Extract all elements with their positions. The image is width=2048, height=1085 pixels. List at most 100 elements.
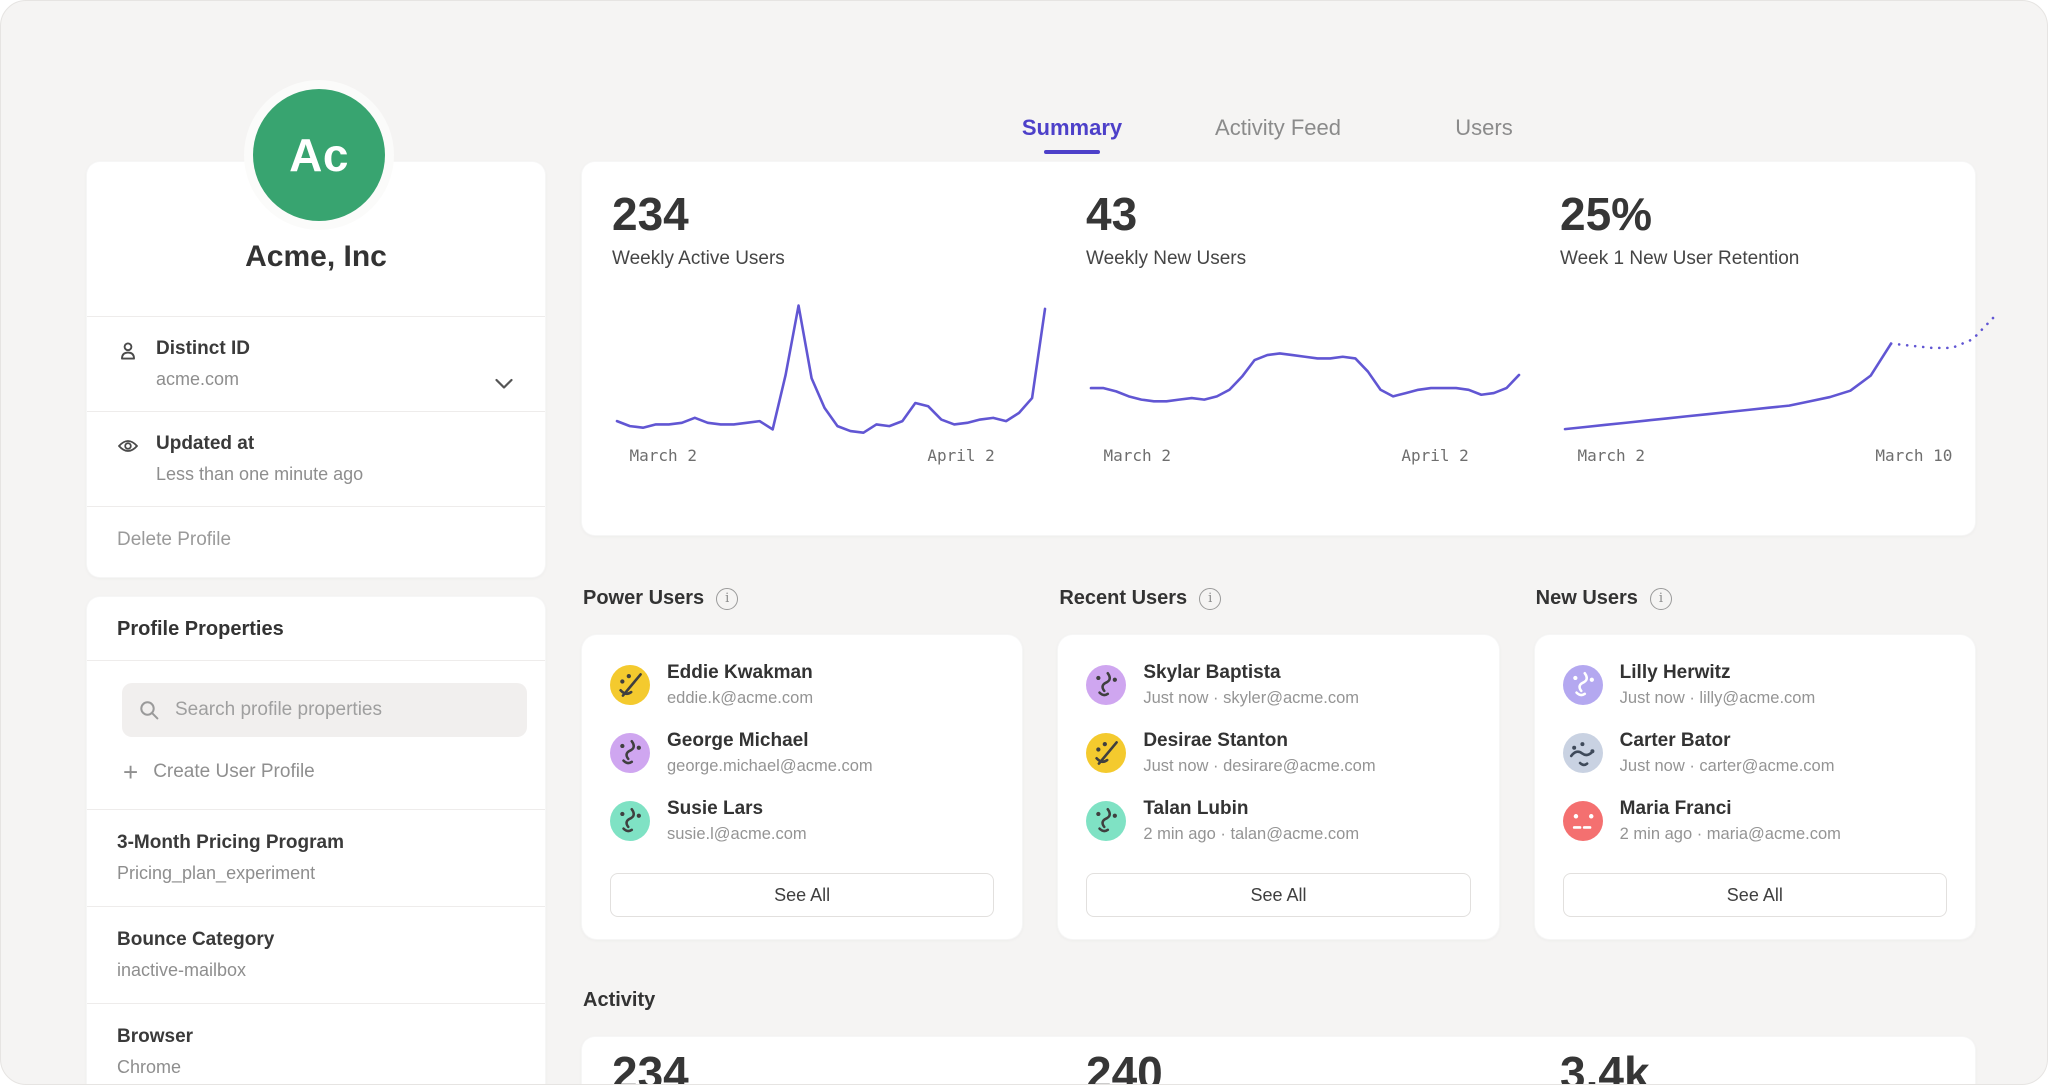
- field-value: Less than one minute ago: [156, 464, 363, 485]
- eye-icon: [117, 435, 139, 457]
- tab-activity-feed[interactable]: Activity Feed: [1175, 115, 1381, 154]
- x-tick: March 10: [1875, 446, 1952, 465]
- user-detail: 2 min ago · maria@acme.com: [1620, 825, 1841, 844]
- stat-label: Week 1 New User Retention: [1560, 248, 1998, 270]
- user-row[interactable]: Skylar Baptista Just now · skyler@acme.c…: [1086, 659, 1470, 711]
- field-label: Updated at: [156, 433, 363, 455]
- user-avatar: [610, 801, 650, 841]
- updated-at-row: Updated at Less than one minute ago: [87, 411, 545, 506]
- user-name: Skylar Baptista: [1143, 662, 1359, 684]
- info-icon[interactable]: i: [716, 588, 738, 610]
- chevron-down-icon[interactable]: [495, 377, 513, 389]
- x-tick: April 2: [927, 446, 994, 465]
- company-name: Acme, Inc: [117, 240, 515, 274]
- user-name: Desirae Stanton: [1143, 730, 1375, 752]
- create-user-profile-label: Create User Profile: [153, 761, 315, 783]
- stat-label: Weekly New Users: [1086, 248, 1524, 270]
- user-row[interactable]: Susie Lars susie.l@acme.com: [610, 795, 994, 847]
- search-input[interactable]: [173, 698, 511, 722]
- property-value: inactive-mailbox: [117, 960, 515, 981]
- user-avatar: [610, 733, 650, 773]
- recent-users-card: Skylar Baptista Just now · skyler@acme.c…: [1057, 634, 1499, 940]
- user-row[interactable]: Eddie Kwakman eddie.k@acme.com: [610, 659, 994, 711]
- user-cards-row: Eddie Kwakman eddie.k@acme.com George Mi…: [581, 634, 1976, 940]
- x-axis: March 2 April 2: [612, 446, 1050, 470]
- activity-card: 234 240 3.4k: [581, 1036, 1976, 1085]
- tab-bar: Summary Activity Feed Users: [969, 115, 1587, 154]
- info-icon[interactable]: i: [1650, 588, 1672, 610]
- user-detail: Just now · carter@acme.com: [1620, 757, 1835, 776]
- user-avatar: [1563, 665, 1603, 705]
- user-avatar: [1086, 733, 1126, 773]
- user-name: Eddie Kwakman: [667, 662, 813, 684]
- user-name: Maria Franci: [1620, 798, 1841, 820]
- property-row[interactable]: 3-Month Pricing Program Pricing_plan_exp…: [87, 810, 545, 907]
- see-all-button[interactable]: See All: [610, 873, 994, 917]
- user-row[interactable]: George Michael george.michael@acme.com: [610, 727, 994, 779]
- user-row[interactable]: Lilly Herwitz Just now · lilly@acme.com: [1563, 659, 1947, 711]
- x-axis: March 2 April 2: [1086, 446, 1524, 470]
- activity-stat: 3.4k: [1560, 1047, 1998, 1085]
- user-name: Talan Lubin: [1143, 798, 1359, 820]
- property-value: Pricing_plan_experiment: [117, 863, 515, 884]
- property-row[interactable]: Bounce Category inactive-mailbox: [87, 907, 545, 1004]
- user-list-headers: Power Users i Recent Users i New Users i: [583, 587, 1978, 610]
- user-avatar: [610, 665, 650, 705]
- see-all-button[interactable]: See All: [1563, 873, 1947, 917]
- user-avatar: [1086, 665, 1126, 705]
- user-detail: susie.l@acme.com: [667, 825, 807, 844]
- property-row[interactable]: Browser Chrome: [87, 1004, 545, 1085]
- new-users-card: Lilly Herwitz Just now · lilly@acme.com …: [1534, 634, 1976, 940]
- user-row[interactable]: Carter Bator Just now · carter@acme.com: [1563, 727, 1947, 779]
- field-value: acme.com: [156, 369, 250, 390]
- user-row[interactable]: Desirae Stanton Just now · desirare@acme…: [1086, 727, 1470, 779]
- distinct-id-row[interactable]: Distinct ID acme.com: [87, 316, 545, 411]
- delete-profile-button[interactable]: Delete Profile: [87, 506, 545, 577]
- x-tick: April 2: [1401, 446, 1468, 465]
- user-detail: eddie.k@acme.com: [667, 689, 813, 708]
- weekly-active-users-sparkline: [612, 284, 1050, 444]
- week1-retention-sparkline: [1560, 284, 1998, 444]
- search-icon: [138, 699, 160, 721]
- x-tick: March 2: [630, 446, 697, 465]
- create-user-profile-button[interactable]: + Create User Profile: [87, 737, 545, 810]
- user-detail: 2 min ago · talan@acme.com: [1143, 825, 1359, 844]
- user-name: George Michael: [667, 730, 873, 752]
- power-users-card: Eddie Kwakman eddie.k@acme.com George Mi…: [581, 634, 1023, 940]
- property-name: 3-Month Pricing Program: [117, 832, 515, 854]
- search-profile-properties[interactable]: [122, 683, 527, 737]
- recent-users-header: Recent Users i: [1059, 587, 1501, 610]
- app-window: Ac Acme, Inc Distinct ID acme.com Update…: [0, 0, 2048, 1085]
- user-row[interactable]: Maria Franci 2 min ago · maria@acme.com: [1563, 795, 1947, 847]
- company-avatar-initials: Ac: [289, 128, 349, 182]
- property-value: Chrome: [117, 1057, 515, 1078]
- stat-weekly-new-users: 43 Weekly New Users March 2 April 2: [1086, 188, 1524, 535]
- tab-summary[interactable]: Summary: [969, 115, 1175, 154]
- activity-stat: 240: [1086, 1047, 1524, 1085]
- stat-weekly-active-users: 234 Weekly Active Users March 2 April 2: [612, 188, 1050, 535]
- user-row[interactable]: Talan Lubin 2 min ago · talan@acme.com: [1086, 795, 1470, 847]
- user-detail: Just now · lilly@acme.com: [1620, 689, 1816, 708]
- user-name: Lilly Herwitz: [1620, 662, 1816, 684]
- stat-week1-retention: 25% Week 1 New User Retention March 2 Ma…: [1560, 188, 1998, 535]
- user-detail: Just now · desirare@acme.com: [1143, 757, 1375, 776]
- stat-value: 234: [612, 188, 1050, 241]
- person-icon: [117, 340, 139, 362]
- user-detail: Just now · skyler@acme.com: [1143, 689, 1359, 708]
- user-avatar: [1563, 801, 1603, 841]
- info-icon[interactable]: i: [1199, 588, 1221, 610]
- company-profile-card: Acme, Inc Distinct ID acme.com Updated a…: [86, 161, 546, 578]
- property-name: Browser: [117, 1026, 515, 1048]
- section-title: Power Users: [583, 587, 704, 610]
- plus-icon: +: [123, 763, 138, 781]
- stat-label: Weekly Active Users: [612, 248, 1050, 270]
- tab-users[interactable]: Users: [1381, 115, 1587, 154]
- power-users-header: Power Users i: [583, 587, 1025, 610]
- weekly-new-users-sparkline: [1086, 284, 1524, 444]
- section-title: New Users: [1536, 587, 1638, 610]
- see-all-button[interactable]: See All: [1086, 873, 1470, 917]
- profile-properties-title: Profile Properties: [87, 597, 545, 661]
- activity-title: Activity: [583, 989, 655, 1012]
- company-avatar: Ac: [253, 89, 385, 221]
- x-tick: March 2: [1104, 446, 1171, 465]
